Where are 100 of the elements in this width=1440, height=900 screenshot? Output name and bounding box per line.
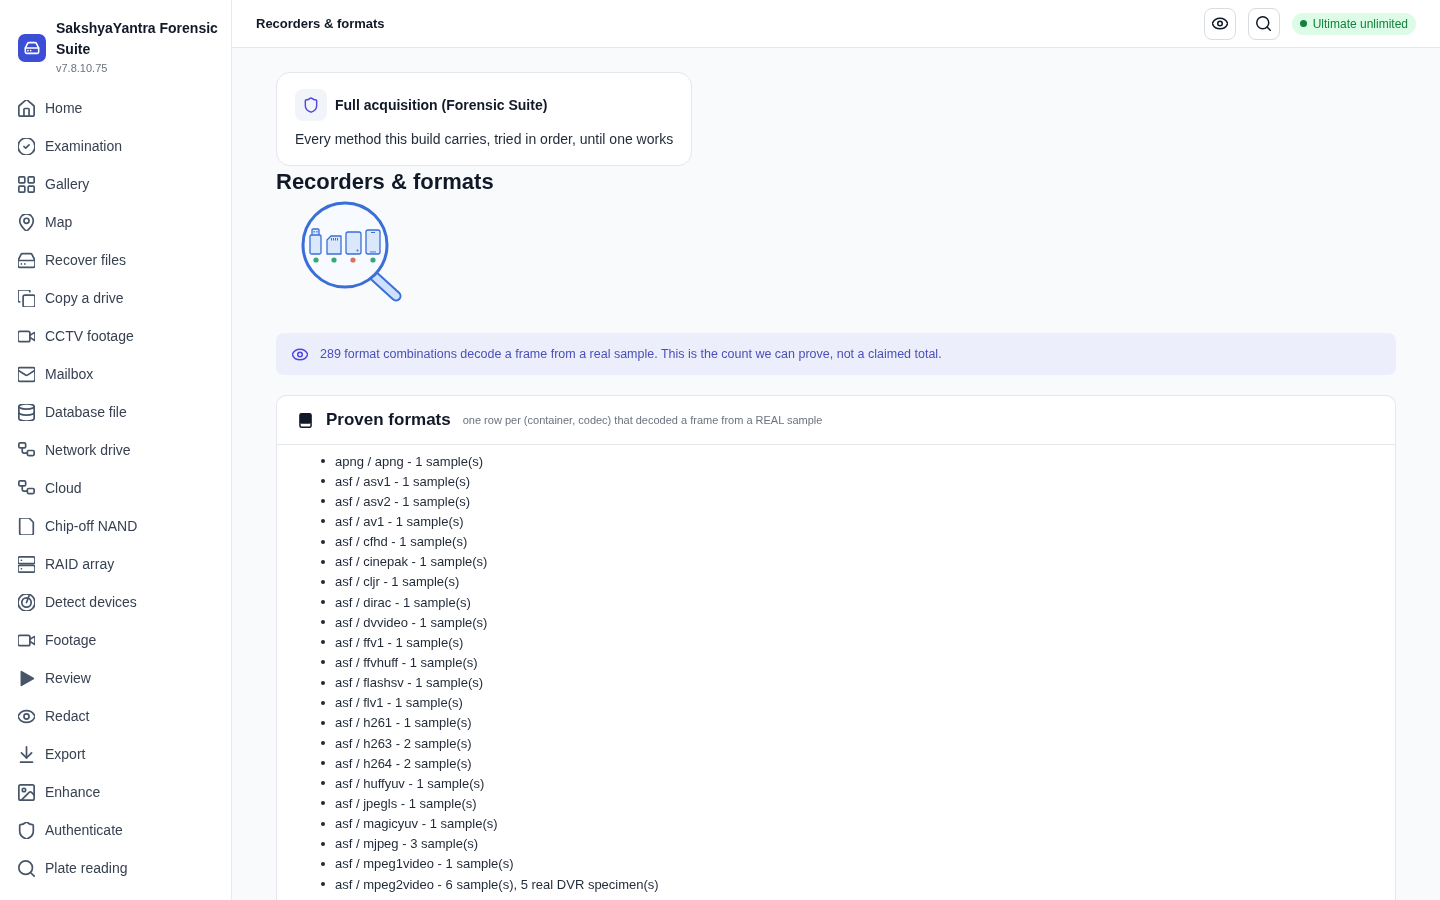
bullet-icon [321,781,325,786]
sidebar-item[interactable]: Copy a drive [0,279,231,317]
grid-icon [18,175,35,193]
bullet-icon [321,459,325,464]
download-icon [18,745,35,763]
sidebar-item[interactable]: RAID array [0,545,231,583]
copy-icon [18,289,35,307]
bullet-icon [321,720,325,725]
bullet-icon [321,801,325,806]
bullet-icon [321,579,325,584]
card-title: Full acquisition (Forensic Suite) [335,97,548,113]
format-item: asf / mjpeg - 3 sample(s) [335,836,479,852]
bullet-icon [321,861,325,866]
bullet-icon [321,741,325,746]
network-icon [18,479,35,497]
eye-icon [292,347,308,361]
sidebar-item[interactable]: Review [0,659,231,697]
format-item: asf / dirac - 1 sample(s) [335,594,471,610]
sidebar-item[interactable]: Cloud [0,469,231,507]
search-icon [18,859,35,877]
bullet-icon [321,660,325,665]
format-item: asf / jpegls - 1 sample(s) [335,795,477,811]
format-item: asf / cljr - 1 sample(s) [335,574,460,590]
sidebar-item[interactable]: Footage [0,621,231,659]
play-icon [18,669,35,687]
format-item: asf / asv1 - 1 sample(s) [335,473,471,489]
format-item: apng / apng - 1 sample(s) [335,453,484,469]
bullet-icon [321,499,325,504]
eye-icon [18,707,35,725]
section-subtitle: one row per (container, codec) that decoded a frame from a REAL sample [462,414,823,426]
notice-text: 289 format combinations decode a frame from a real sample. This is the count we can prove, not a claimed total. [320,347,942,361]
envelope-icon [18,365,35,383]
app-version: v7.8.10.75 [56,61,109,76]
server-icon [18,555,35,573]
format-item: asf / huffyuv - 1 sample(s) [335,775,485,791]
page-title: Recorders & formats [256,16,385,31]
status-dot-icon [1299,20,1307,27]
shield-icon [295,89,327,121]
sidebar-item[interactable]: Home [0,89,231,127]
sidebar-item[interactable]: Database file [0,393,231,431]
sidebar-item[interactable]: Export [0,735,231,773]
bullet-icon [321,882,325,886]
sidebar-item[interactable]: CCTV footage [0,317,231,355]
format-item: asf / magicyuv - 1 sample(s) [335,816,498,832]
format-item: asf / flashsv - 1 sample(s) [335,675,484,691]
bullet-icon [321,519,325,524]
book-icon [299,412,312,428]
bullet-icon [321,680,325,685]
network-icon [18,441,35,459]
hard-drive-icon [18,251,35,269]
sidebar-item[interactable]: Chip-off NAND [0,507,231,545]
format-item: asf / mpeg1video - 1 sample(s) [335,856,514,872]
house-icon [18,99,35,117]
logo-icon [18,33,46,62]
bullet-icon [321,620,325,625]
bullet-icon [321,700,325,705]
sidebar-item[interactable]: Examination [0,127,231,165]
eye-icon [1211,17,1228,30]
format-item: asf / mpeg2video - 6 sample(s), 5 real DVR specimen(s) [335,876,659,892]
page-heading: Recorders & formats [276,168,494,196]
sidebar-item[interactable]: Enhance [0,773,231,811]
section-title: Proven formats [326,410,451,430]
sidebar-item[interactable]: Plate reading [0,849,231,887]
bullet-icon [321,479,325,484]
bullet-icon [321,600,325,605]
format-item: asf / dvvideo - 1 sample(s) [335,614,488,630]
map-pin-icon [18,213,35,231]
bullet-icon [321,761,325,766]
bullet-icon [321,821,325,826]
search-icon [1256,16,1272,31]
bullet-icon [321,559,325,564]
file-icon [18,517,35,535]
format-item: asf / h264 - 2 sample(s) [335,755,472,771]
radar-icon [18,593,35,611]
format-item: asf / h261 - 1 sample(s) [335,715,472,731]
format-item: asf / ffv1 - 1 sample(s) [335,634,464,650]
bullet-icon [321,539,325,544]
app-name: SakshyaYantra Forensic Suite [56,19,219,59]
sidebar-item[interactable]: Mailbox [0,355,231,393]
format-item: asf / ffvhuff - 1 sample(s) [335,654,478,670]
sidebar-item[interactable]: Detect devices [0,583,231,621]
database-icon [18,403,35,421]
bullet-icon [321,841,325,846]
sidebar-item[interactable]: Gallery [0,165,231,203]
sidebar-item[interactable]: Map [0,203,231,241]
search-button[interactable] [1247,7,1280,40]
format-item: asf / av1 - 1 sample(s) [335,514,464,529]
sidebar-item[interactable]: Authenticate [0,811,231,849]
format-item: asf / cinepak - 1 sample(s) [335,554,488,570]
card-description: Every method this build carries, tried in order, until one works [295,130,674,149]
format-item: asf / asv2 - 1 sample(s) [335,493,471,509]
bullet-icon [321,640,325,645]
sidebar-item[interactable]: Redact [0,697,231,735]
sidebar-item[interactable]: Network drive [0,431,231,469]
format-item: asf / flv1 - 1 sample(s) [335,695,463,711]
format-item: asf / cfhd - 1 sample(s) [335,534,468,550]
preview-button[interactable] [1203,7,1236,40]
sidebar-item[interactable]: Recover files [0,241,231,279]
image-icon [18,783,35,801]
format-item: asf / h263 - 2 sample(s) [335,735,472,751]
